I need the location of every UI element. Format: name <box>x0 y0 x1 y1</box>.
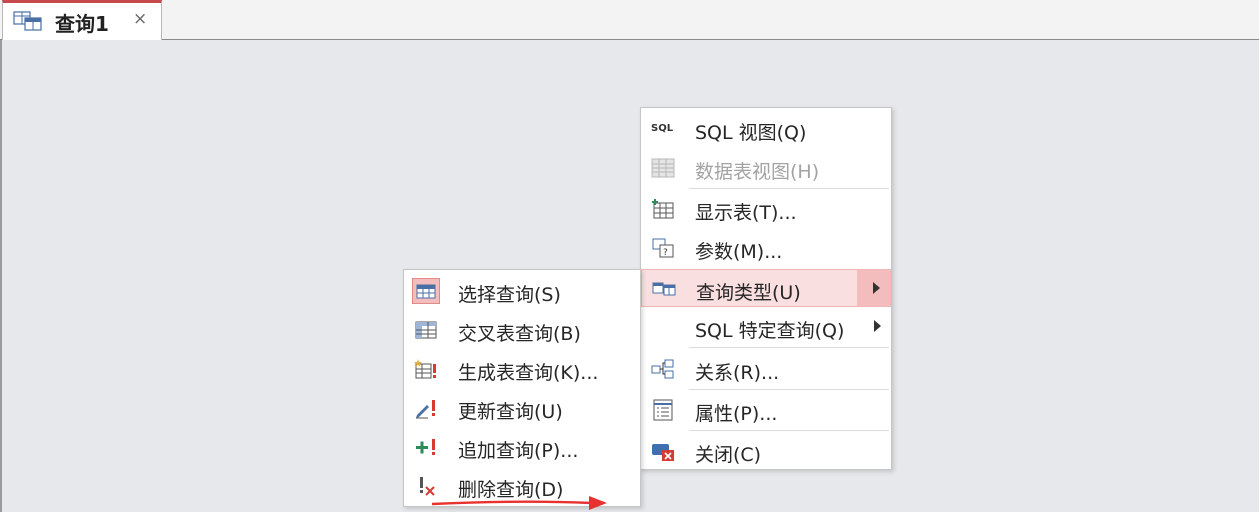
menu-item-label: 追加查询(P)... <box>458 440 579 462</box>
menu-item-label: 查询类型(U) <box>696 282 801 304</box>
properties-icon <box>653 399 673 421</box>
submenu-arrow-icon <box>873 282 880 294</box>
tab-title: 查询1 <box>55 12 109 36</box>
menu-item-label: 更新查询(U) <box>458 401 563 423</box>
menu-item-label: SQL 特定查询(Q) <box>695 320 845 342</box>
datasheet-icon <box>651 158 675 178</box>
menu-item-show-table[interactable]: 显示表(T)... <box>641 190 891 228</box>
document-tab-strip: 查询1 × <box>0 0 1259 41</box>
menu-item-label: 属性(P)... <box>695 403 778 425</box>
relationships-icon <box>651 359 674 379</box>
select-query-icon <box>416 284 436 299</box>
svg-text:?: ? <box>663 248 668 258</box>
menu-item-parameters[interactable]: ? 参数(M)... <box>641 229 891 267</box>
menu-item-make-table-query[interactable]: 生成表查询(K)... <box>404 350 640 388</box>
menu-item-sql-view[interactable]: SQL SQL 视图(Q) <box>641 110 891 148</box>
sql-icon: SQL <box>651 123 674 134</box>
context-menu: SQL SQL 视图(Q) 数据表视图(H) 显示表(T)... ? 参数(M)… <box>640 107 892 470</box>
crosstab-query-icon <box>415 321 437 339</box>
query-type-submenu: 选择查询(S) 交叉表查询(B) 生成表查询(K)... 更新查询(U) 追加查… <box>403 269 641 507</box>
query-design-icon <box>13 11 42 31</box>
menu-separator <box>689 389 889 390</box>
append-query-icon <box>416 439 435 455</box>
menu-item-select-query[interactable]: 选择查询(S) <box>404 272 640 310</box>
menu-item-properties[interactable]: 属性(P)... <box>641 391 891 429</box>
annotation-arrow <box>432 496 607 510</box>
menu-separator <box>689 188 889 189</box>
menu-item-label: 数据表视图(H) <box>695 161 820 183</box>
make-table-query-icon <box>414 359 436 379</box>
menu-item-label: SQL 视图(Q) <box>695 122 807 144</box>
tab-query1[interactable]: 查询1 × <box>2 0 162 41</box>
menu-item-label: 关闭(C) <box>695 444 762 466</box>
submenu-arrow-icon <box>874 320 881 332</box>
show-table-icon <box>652 199 674 219</box>
parameters-icon: ? <box>652 238 674 258</box>
menu-separator <box>689 347 889 348</box>
menu-item-update-query[interactable]: 更新查询(U) <box>404 389 640 427</box>
menu-item-label: 交叉表查询(B) <box>458 323 581 345</box>
update-query-icon <box>416 400 435 419</box>
menu-item-append-query[interactable]: 追加查询(P)... <box>404 428 640 466</box>
menu-separator <box>689 430 889 431</box>
close-window-icon <box>652 444 674 461</box>
menu-item-label: 显示表(T)... <box>695 202 797 224</box>
menu-item-close[interactable]: 关闭(C) <box>641 432 891 470</box>
menu-item-sql-specific-query[interactable]: SQL 特定查询(Q) <box>641 308 891 346</box>
menu-item-datasheet-view: 数据表视图(H) <box>641 149 891 187</box>
menu-item-label: 参数(M)... <box>695 241 783 263</box>
tab-close-icon[interactable]: × <box>133 9 147 29</box>
menu-item-label: 选择查询(S) <box>458 284 561 306</box>
menu-item-label: 关系(R)... <box>695 362 780 384</box>
menu-item-relationships[interactable]: 关系(R)... <box>641 350 891 388</box>
menu-item-label: 生成表查询(K)... <box>458 362 599 384</box>
query-type-icon <box>652 282 676 296</box>
menu-item-query-type[interactable]: 查询类型(U) <box>641 269 891 307</box>
menu-item-crosstab-query[interactable]: 交叉表查询(B) <box>404 311 640 349</box>
